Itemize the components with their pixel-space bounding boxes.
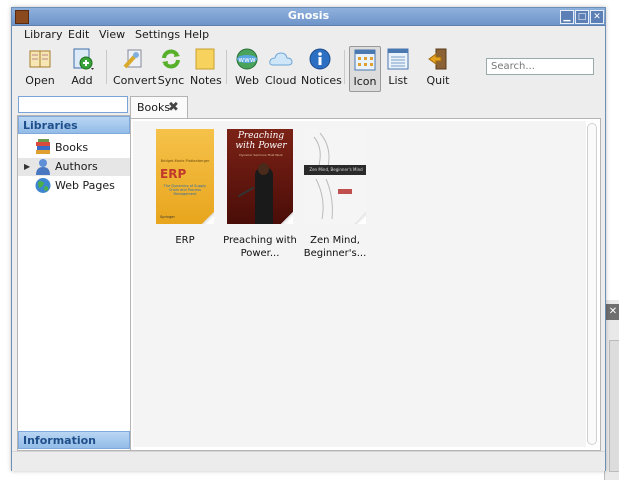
notices-label: Notices	[301, 74, 342, 87]
add-document-icon	[71, 48, 94, 70]
minimize-button[interactable]: ▁	[560, 10, 574, 24]
notes-label: Notes	[190, 74, 222, 87]
libraries-header[interactable]: Libraries	[18, 116, 130, 134]
library-filter-input[interactable]	[18, 96, 128, 113]
web-label: Web	[235, 74, 259, 87]
open-book-icon	[29, 48, 51, 70]
notes-icon	[194, 48, 216, 70]
convert-icon	[122, 48, 144, 70]
book-title: Preaching with Power...	[223, 235, 297, 259]
sidebar-item-authors[interactable]: ▶ Authors	[18, 158, 130, 176]
user-icon	[35, 158, 51, 175]
book-cover: Preaching with Power Dynamic Sermons Tha…	[227, 129, 293, 224]
menu-library[interactable]: Library	[24, 28, 62, 41]
book-cover: Bridget-Marie Plattenberger ERP The Dyna…	[156, 129, 214, 224]
sidebar-item-label: Authors	[55, 160, 98, 173]
icon-label: Icon	[353, 75, 377, 88]
menu-view[interactable]: View	[99, 28, 125, 41]
info-icon	[309, 48, 331, 70]
close-button[interactable]: ✕	[590, 10, 604, 24]
sidebar-item-web-pages[interactable]: Web Pages	[18, 177, 130, 195]
book-grid: Bridget-Marie Plattenberger ERP The Dyna…	[133, 121, 586, 447]
book-item[interactable]: Bridget-Marie Plattenberger ERP The Dyna…	[145, 129, 225, 247]
convert-label: Convert	[113, 74, 157, 87]
web-globe-icon: www	[236, 48, 258, 70]
svg-text:www: www	[238, 56, 255, 64]
book-item[interactable]: Zen Mind, Beginner's Mind Zen Mind, Begi…	[295, 129, 375, 260]
close-tab-icon[interactable]: ✖	[168, 100, 179, 115]
sidebar-item-label: Web Pages	[55, 179, 115, 192]
expand-arrow-icon[interactable]: ▶	[24, 158, 30, 176]
book-title: ERP	[175, 235, 195, 246]
list-label: List	[388, 74, 408, 87]
toolbar-separator	[106, 50, 107, 84]
status-bar	[12, 451, 605, 471]
list-icon	[387, 48, 409, 70]
information-header[interactable]: Information	[18, 431, 130, 449]
app-window: Gnosis ▁ □ ✕ Library Edit View Settings …	[11, 7, 606, 471]
menu-bar: Library Edit View Settings Help	[12, 26, 605, 44]
vertical-scrollbar[interactable]	[587, 123, 597, 445]
title-bar[interactable]: Gnosis ▁ □ ✕	[12, 8, 605, 26]
sidebar-item-label: Books	[55, 141, 89, 154]
toolbar-separator	[344, 50, 345, 84]
web-button[interactable]: www Web	[232, 46, 262, 90]
sync-icon	[160, 48, 182, 70]
maximize-button[interactable]: □	[575, 10, 589, 24]
window-title: Gnosis	[287, 9, 330, 22]
cloud-label: Cloud	[265, 74, 297, 87]
open-button[interactable]: Open	[23, 46, 57, 90]
books-icon	[35, 139, 51, 156]
tab-label: Books	[137, 101, 171, 114]
quit-button[interactable]: Quit	[424, 46, 452, 90]
list-view-button[interactable]: List	[383, 46, 413, 90]
book-item[interactable]: Preaching with Power Dynamic Sermons Tha…	[220, 129, 300, 260]
menu-help[interactable]: Help	[184, 28, 209, 41]
quit-label: Quit	[426, 74, 450, 87]
menu-edit[interactable]: Edit	[68, 28, 89, 41]
book-grid-panel: Bridget-Marie Plattenberger ERP The Dyna…	[130, 118, 601, 451]
book-cover: Zen Mind, Beginner's Mind	[304, 129, 366, 224]
convert-button[interactable]: Convert	[113, 46, 157, 90]
sync-button[interactable]: Sync	[156, 46, 186, 90]
tab-books[interactable]: Books ✖	[130, 96, 188, 119]
globe-icon	[35, 177, 51, 194]
close-icon[interactable]: ✕	[606, 304, 619, 320]
search-input[interactable]	[486, 58, 594, 75]
sidebar: Libraries Books ▶ Authors Web Pages Info…	[17, 115, 131, 451]
book-title: Zen Mind, Beginner's...	[303, 235, 367, 259]
open-label: Open	[25, 74, 55, 87]
icon-grid-icon	[354, 49, 376, 71]
background-window-edge: ✕	[604, 300, 619, 480]
quit-door-icon	[427, 48, 449, 70]
cloud-icon	[269, 48, 293, 70]
sidebar-item-books[interactable]: Books	[18, 139, 130, 157]
icon-view-button[interactable]: Icon	[349, 46, 381, 92]
menu-settings[interactable]: Settings	[135, 28, 180, 41]
scrollbar[interactable]	[609, 340, 619, 472]
toolbar-separator	[226, 50, 227, 84]
add-button[interactable]: Add	[66, 46, 98, 90]
cloud-button[interactable]: Cloud	[265, 46, 297, 90]
add-label: Add	[71, 74, 93, 87]
notes-button[interactable]: Notes	[190, 46, 222, 90]
sync-label: Sync	[157, 74, 185, 87]
notices-button[interactable]: Notices	[301, 46, 342, 90]
